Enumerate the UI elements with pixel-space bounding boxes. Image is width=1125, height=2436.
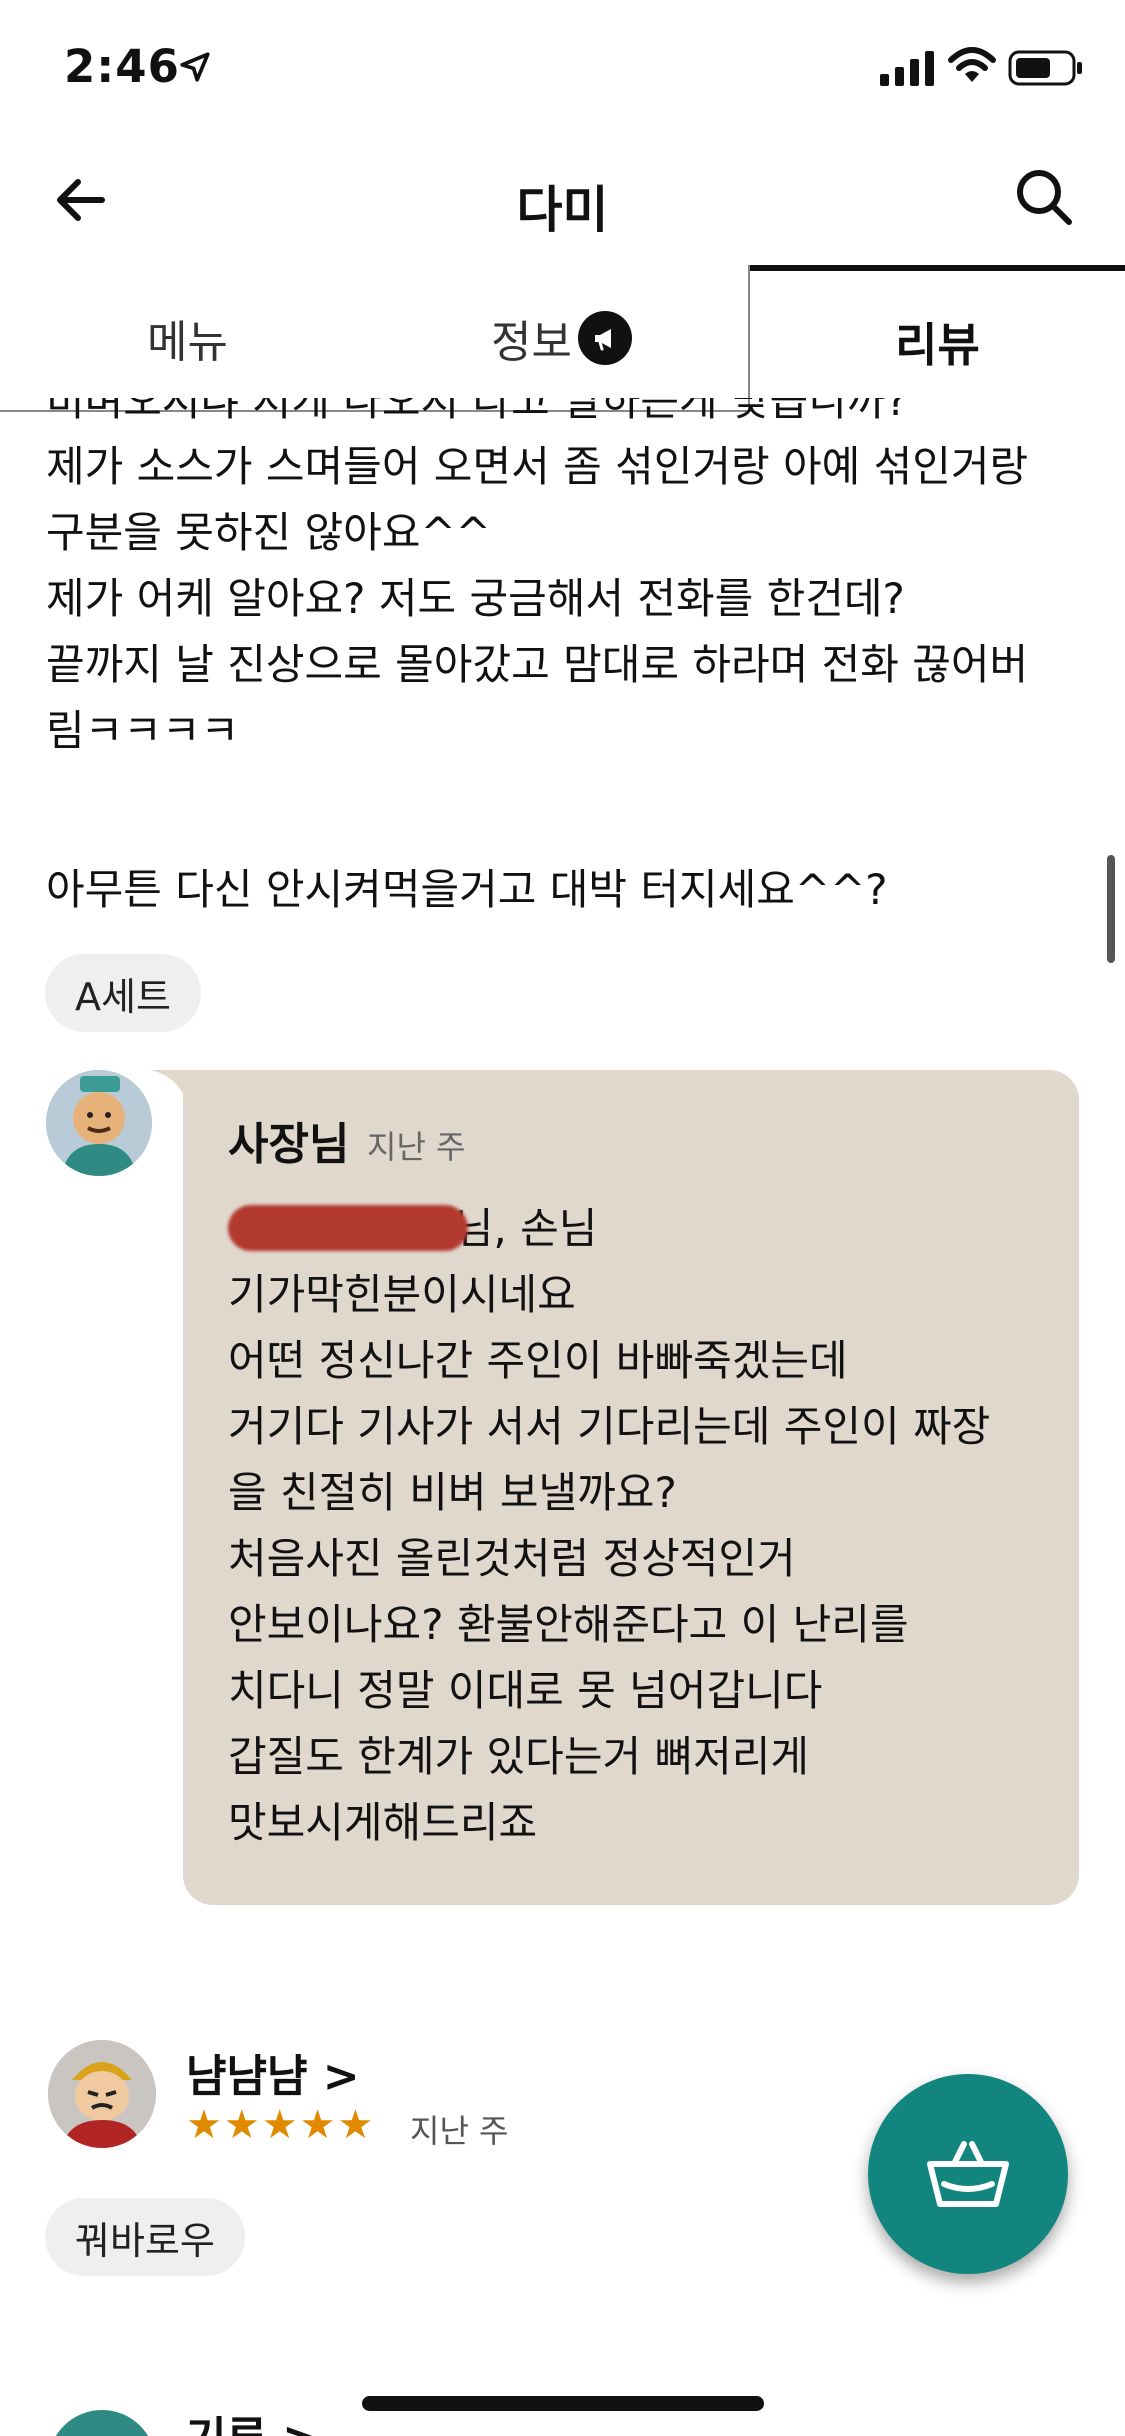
redaction-mark: [228, 1204, 468, 1251]
tab-review[interactable]: 리뷰: [750, 265, 1125, 412]
ordered-menu-chip[interactable]: 꿔바로우: [45, 2198, 245, 2276]
app-header: 다미: [0, 130, 1125, 265]
review-closing-line: 아무튼 다신 안시켜먹을거고 대박 터지세요^^?: [46, 865, 888, 914]
battery-icon: [1008, 50, 1082, 86]
reply-line: 을 친절히 비벼 보낼까요?: [228, 1468, 677, 1517]
reply-line: 갑질도 한계가 있다는거 뼈저리게: [228, 1732, 810, 1781]
location-arrow-icon: [180, 52, 210, 82]
tab-bar: 메뉴 정보 리뷰: [0, 265, 1125, 412]
review-line: 림ㅋㅋㅋㅋ: [46, 706, 240, 755]
page-title: 다미: [516, 181, 609, 239]
review-line: 비벼오시냐 저케 나오지 라고 말하는게 맞습니까?: [46, 398, 908, 425]
owner-reply-time: 지난 주: [367, 1128, 466, 1166]
reply-line: 4님, 손님: [228, 1196, 1058, 1262]
search-icon[interactable]: [1013, 166, 1075, 228]
reply-line: 맛보시게해드리죠: [228, 1798, 538, 1847]
reply-line: 치다니 정말 이대로 못 넘어갑니다: [228, 1666, 823, 1715]
reviewer-avatar[interactable]: [48, 2040, 156, 2148]
reply-line: 처음사진 올린것처럼 정상적인거: [228, 1534, 796, 1583]
reviewer-name-link[interactable]: 기루 >: [186, 2402, 319, 2436]
cellular-signal-icon: [880, 51, 934, 86]
status-bar: 2:46: [0, 0, 1125, 130]
review-line: 끝까지 날 진상으로 몰아갔고 맘대로 하라며 전화 끊어버: [46, 640, 1029, 689]
home-indicator[interactable]: [362, 2396, 764, 2411]
owner-avatar: [46, 1070, 152, 1176]
reply-line: 기가막힌분이시네요: [228, 1270, 576, 1319]
scrollbar[interactable]: [1107, 855, 1115, 963]
review-line: 제가 소스가 스며들어 오면서 좀 섞인거랑 아예 섞인거랑: [46, 442, 1029, 491]
tab-menu-label: 메뉴: [147, 316, 228, 368]
megaphone-icon: [577, 310, 632, 365]
rating-stars: ★★★★★: [186, 2102, 376, 2148]
tab-info[interactable]: 정보: [375, 265, 750, 412]
tab-menu[interactable]: 메뉴: [0, 265, 375, 412]
review-line: 제가 어케 알아요? 저도 궁금해서 전화를 한건데?: [46, 574, 905, 623]
tab-review-label: 리뷰: [895, 317, 980, 372]
reply-line: 거기다 기사가 서서 기다리는데 주인이 짜장: [228, 1402, 991, 1451]
basket-icon: [927, 2141, 1009, 2207]
reviewer-name-link[interactable]: 냠냠냠 >: [186, 2040, 360, 2104]
owner-reply-text: 4님, 손님 기가막힌분이시네요 어떤 정신나간 주인이 바빠죽겠는데 거기다 …: [228, 1196, 1058, 1856]
reply-line: 안보이나요? 환불안해준다고 이 난리를: [228, 1600, 909, 1649]
review-line: 구분을 못하진 않아요^^: [46, 508, 491, 557]
owner-name: 사장님: [228, 1119, 350, 1170]
tab-info-label: 정보: [491, 316, 572, 368]
reviewer-avatar[interactable]: [48, 2410, 156, 2436]
wifi-icon: [948, 47, 996, 82]
review-body: 비벼오시냐 저케 나오지 라고 말하는게 맞습니까? 제가 소스가 스며들어 오…: [46, 398, 1076, 764]
review-time: 지난 주: [410, 2112, 509, 2150]
status-time: 2:46: [64, 40, 180, 93]
ordered-menu-chip[interactable]: A세트: [45, 954, 201, 1032]
reply-line: 어떤 정신나간 주인이 바빠죽겠는데: [228, 1336, 848, 1385]
cart-button[interactable]: [868, 2074, 1068, 2274]
